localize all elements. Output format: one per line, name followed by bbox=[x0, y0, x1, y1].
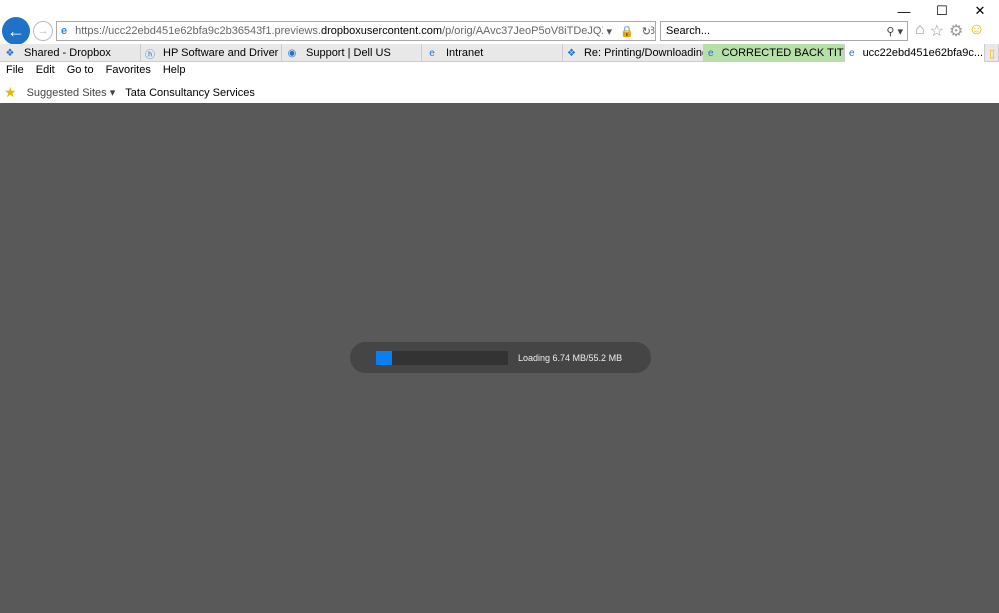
menu-help[interactable]: Help bbox=[163, 64, 186, 76]
tab-current[interactable]: eucc22ebd451e62bfa9c...✕ bbox=[845, 44, 985, 62]
progress-fill bbox=[376, 350, 392, 365]
ie-icon: e bbox=[849, 47, 855, 59]
tab-label: ucc22ebd451e62bfa9c... bbox=[862, 47, 984, 59]
search-icon[interactable]: ⚲ ▾ bbox=[886, 25, 903, 38]
gear-icon[interactable]: ⚙ bbox=[949, 21, 963, 41]
add-favorites-star-icon[interactable]: ★ bbox=[4, 84, 17, 101]
new-tab-button[interactable]: ▯ bbox=[985, 44, 999, 62]
tab-re-printing[interactable]: ❖ Re: Printing/Downloading ... bbox=[563, 44, 704, 62]
search-input[interactable]: Search... ⚲ ▾ bbox=[660, 21, 908, 41]
window-controls: — ☐ ✕ bbox=[885, 0, 999, 22]
tab-dell[interactable]: ◉ Support | Dell US bbox=[282, 44, 422, 62]
tab-bar: ❖ Shared - Dropbox ⓗ HP Software and Drive… bbox=[0, 44, 999, 62]
loading-text: Loading 6.74 MB/55.2 MB bbox=[518, 352, 623, 363]
menu-file[interactable]: File bbox=[6, 64, 24, 76]
refresh-icon[interactable]: ↻ bbox=[642, 25, 651, 38]
favorites-star-icon[interactable]: ☆ bbox=[930, 21, 944, 41]
menu-favorites[interactable]: Favorites bbox=[106, 64, 151, 76]
menu-bar: File Edit Go to Favorites Help bbox=[6, 64, 185, 76]
home-icon[interactable]: ⌂ bbox=[915, 21, 925, 41]
dropbox-icon: ❖ bbox=[5, 47, 15, 59]
tab-label: Shared - Dropbox bbox=[24, 47, 111, 59]
menu-edit[interactable]: Edit bbox=[36, 64, 55, 76]
tab-intranet[interactable]: e Intranet bbox=[422, 44, 563, 62]
url-domain: dropboxusercontent.com bbox=[320, 25, 443, 37]
dropdown-icon[interactable]: ▾ bbox=[607, 25, 613, 38]
hp-icon: ⓗ bbox=[145, 49, 155, 61]
minimize-button[interactable]: — bbox=[885, 0, 923, 22]
feedback-smiley-icon[interactable]: ☺ bbox=[968, 21, 984, 41]
menu-goto[interactable]: Go to bbox=[67, 64, 94, 76]
tab-shared-dropbox[interactable]: ❖ Shared - Dropbox bbox=[0, 44, 141, 62]
tata-link[interactable]: Tata Consultancy Services bbox=[125, 87, 255, 99]
browser-chrome: — ☐ ✕ ← → e https://ucc22ebd451e62bfa9c2… bbox=[0, 0, 999, 103]
forward-button[interactable]: → bbox=[33, 21, 53, 41]
suggested-sites-link[interactable]: Suggested Sites ▾ bbox=[27, 86, 116, 99]
favorites-bar: ★ Suggested Sites ▾ Tata Consultancy Ser… bbox=[4, 84, 255, 101]
address-bar[interactable]: e https://ucc22ebd451e62bfa9c2b36543f1.p… bbox=[56, 21, 656, 41]
ie-icon: e bbox=[708, 47, 714, 59]
back-button[interactable]: ← bbox=[2, 17, 30, 45]
tab-label: HP Software and Driver D... bbox=[163, 47, 281, 59]
url-prefix: https://ucc22ebd451e62bfa9c2b36543f1.pre… bbox=[75, 25, 321, 37]
tab-corrected-back-title[interactable]: e CORRECTED BACK TITLE T... bbox=[704, 44, 845, 62]
tab-label: CORRECTED BACK TITLE T... bbox=[721, 47, 844, 59]
tab-label: Re: Printing/Downloading ... bbox=[583, 47, 704, 59]
dell-icon: ◉ bbox=[287, 47, 297, 59]
progress-bar bbox=[376, 350, 508, 365]
lock-icon[interactable]: 🔒 bbox=[620, 25, 634, 38]
search-placeholder: Search... bbox=[666, 25, 711, 37]
tab-label: Intranet bbox=[446, 47, 484, 59]
loading-indicator: Loading 6.74 MB/55.2 MB bbox=[350, 342, 651, 373]
ie-icon: e bbox=[61, 25, 68, 37]
dropbox-icon: ❖ bbox=[567, 47, 576, 59]
maximize-button[interactable]: ☐ bbox=[923, 0, 961, 22]
tab-label: Support | Dell US bbox=[306, 47, 391, 59]
ie-icon: e bbox=[429, 47, 435, 59]
close-button[interactable]: ✕ bbox=[961, 0, 999, 22]
tab-hp[interactable]: ⓗ HP Software and Driver D... bbox=[141, 44, 282, 62]
